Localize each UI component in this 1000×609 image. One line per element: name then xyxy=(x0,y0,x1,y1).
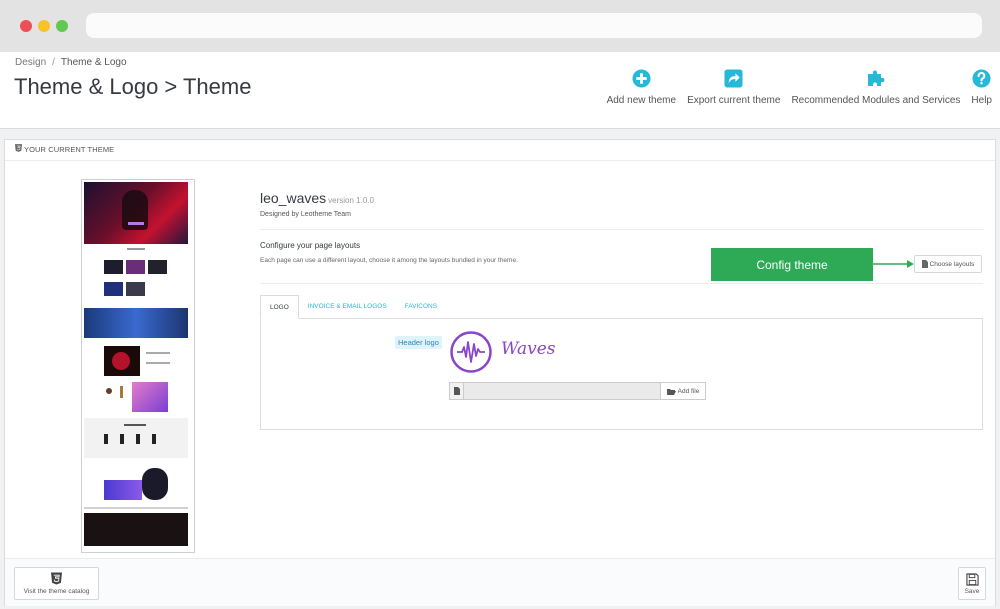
preview-card-2 xyxy=(126,260,145,274)
export-theme-button[interactable]: Export current theme xyxy=(687,68,780,106)
preview-product-list xyxy=(146,352,170,354)
preview-person-banner xyxy=(104,480,142,500)
logo-file-input[interactable] xyxy=(464,382,660,400)
panel-heading-text: YOUR CURRENT THEME xyxy=(24,145,115,154)
add-circle-icon xyxy=(631,68,651,88)
preview-footer-dark xyxy=(84,513,188,546)
theme-preview-image[interactable] xyxy=(81,179,195,553)
preview-banner xyxy=(84,308,188,338)
theme-name: leo_waves version 1.0.0 xyxy=(260,190,374,206)
browser-chrome xyxy=(0,0,1000,52)
html5-icon xyxy=(51,572,62,585)
preview-heading-2 xyxy=(124,424,146,426)
divider xyxy=(260,229,983,230)
html5-icon xyxy=(10,140,22,160)
waves-logo-text: Waves xyxy=(501,339,556,359)
config-theme-callout: Config theme xyxy=(711,248,873,281)
preview-product-list-2 xyxy=(146,362,170,364)
preview-hero-button xyxy=(128,222,144,225)
layouts-description: Each page can use a different layout, ch… xyxy=(260,257,518,264)
preview-product-red xyxy=(112,352,130,370)
preview-card-5 xyxy=(126,282,145,296)
add-new-theme-button[interactable]: Add new theme xyxy=(606,68,677,106)
maximize-window-dot[interactable] xyxy=(56,20,68,32)
preview-promo-item-2 xyxy=(120,386,123,398)
logo-tab-content: Header logo Waves Add file xyxy=(260,318,983,430)
panel-heading: YOUR CURRENT THEME xyxy=(5,140,995,161)
recommended-modules-button[interactable]: Recommended Modules and Services xyxy=(791,68,960,106)
save-label: Save xyxy=(964,587,980,595)
breadcrumb: Design / Theme & Logo xyxy=(15,57,127,68)
minimize-window-dot[interactable] xyxy=(38,20,50,32)
help-button[interactable]: Help xyxy=(971,68,992,106)
tab-invoice-email-logos[interactable]: INVOICE & EMAIL LOGOS xyxy=(299,295,396,319)
header-logo-preview: Waves xyxy=(449,330,569,374)
theme-author: Designed by Leotheme Team xyxy=(260,211,351,218)
layouts-title: Configure your page layouts xyxy=(260,241,361,250)
current-theme-panel: YOUR CURRENT THEME leo_waves version 1.0… xyxy=(4,139,996,606)
visit-theme-catalog-button[interactable]: Visit the theme catalog xyxy=(14,567,99,600)
preview-card-1 xyxy=(104,260,123,274)
export-theme-label: Export current theme xyxy=(687,95,781,106)
breadcrumb-current: Theme & Logo xyxy=(60,57,127,68)
choose-layouts-button[interactable]: Choose layouts xyxy=(914,255,982,273)
save-button[interactable]: Save xyxy=(958,567,986,600)
folder-open-icon xyxy=(666,388,676,395)
breadcrumb-root[interactable]: Design xyxy=(15,57,46,68)
preview-heading-1 xyxy=(127,248,145,250)
arrow-right-icon xyxy=(873,260,914,268)
waves-logo-icon xyxy=(450,331,492,373)
panel-footer: Visit the theme catalog Save xyxy=(5,558,995,606)
preview-card-3 xyxy=(148,260,167,274)
breadcrumb-separator: / xyxy=(52,57,55,68)
preview-card-4 xyxy=(104,282,123,296)
file-icon xyxy=(449,382,464,400)
file-icon xyxy=(921,260,928,268)
preview-promo-pink xyxy=(132,382,168,412)
add-file-button[interactable]: Add file xyxy=(660,382,706,400)
save-icon xyxy=(965,572,979,586)
page-title: Theme & Logo > Theme xyxy=(14,74,252,99)
logo-file-upload: Add file xyxy=(449,382,706,400)
page-header: Design / Theme & Logo Theme & Logo > Theme… xyxy=(0,52,1000,129)
add-new-theme-label: Add new theme xyxy=(606,95,677,106)
header-logo-label: Header logo xyxy=(395,336,442,349)
admin-page: Design / Theme & Logo Theme & Logo > Theme… xyxy=(0,52,1000,609)
toolbar: Add new theme Export current theme Recom… xyxy=(596,68,992,106)
puzzle-icon xyxy=(866,68,886,88)
tab-favicons[interactable]: FAVICONS xyxy=(396,295,446,319)
preview-person-face xyxy=(142,468,168,500)
divider xyxy=(260,283,983,284)
visit-theme-catalog-label: Visit the theme catalog xyxy=(23,588,90,595)
preview-footer-line xyxy=(84,507,188,509)
help-label: Help xyxy=(971,95,992,106)
preview-guitars xyxy=(104,434,168,444)
logo-tabs: LOGO INVOICE & EMAIL LOGOS FAVICONS xyxy=(260,295,446,319)
preview-promo-item-1 xyxy=(106,388,112,394)
close-window-dot[interactable] xyxy=(20,20,32,32)
choose-layouts-label: Choose layouts xyxy=(929,260,975,268)
add-file-label: Add file xyxy=(677,387,700,395)
recommended-modules-label: Recommended Modules and Services xyxy=(791,95,961,106)
tab-logo[interactable]: LOGO xyxy=(260,295,299,319)
theme-name-text: leo_waves xyxy=(260,190,327,206)
address-bar[interactable] xyxy=(86,13,982,38)
theme-version: version 1.0.0 xyxy=(328,196,374,205)
share-icon xyxy=(724,68,744,88)
help-circle-icon xyxy=(972,68,992,88)
